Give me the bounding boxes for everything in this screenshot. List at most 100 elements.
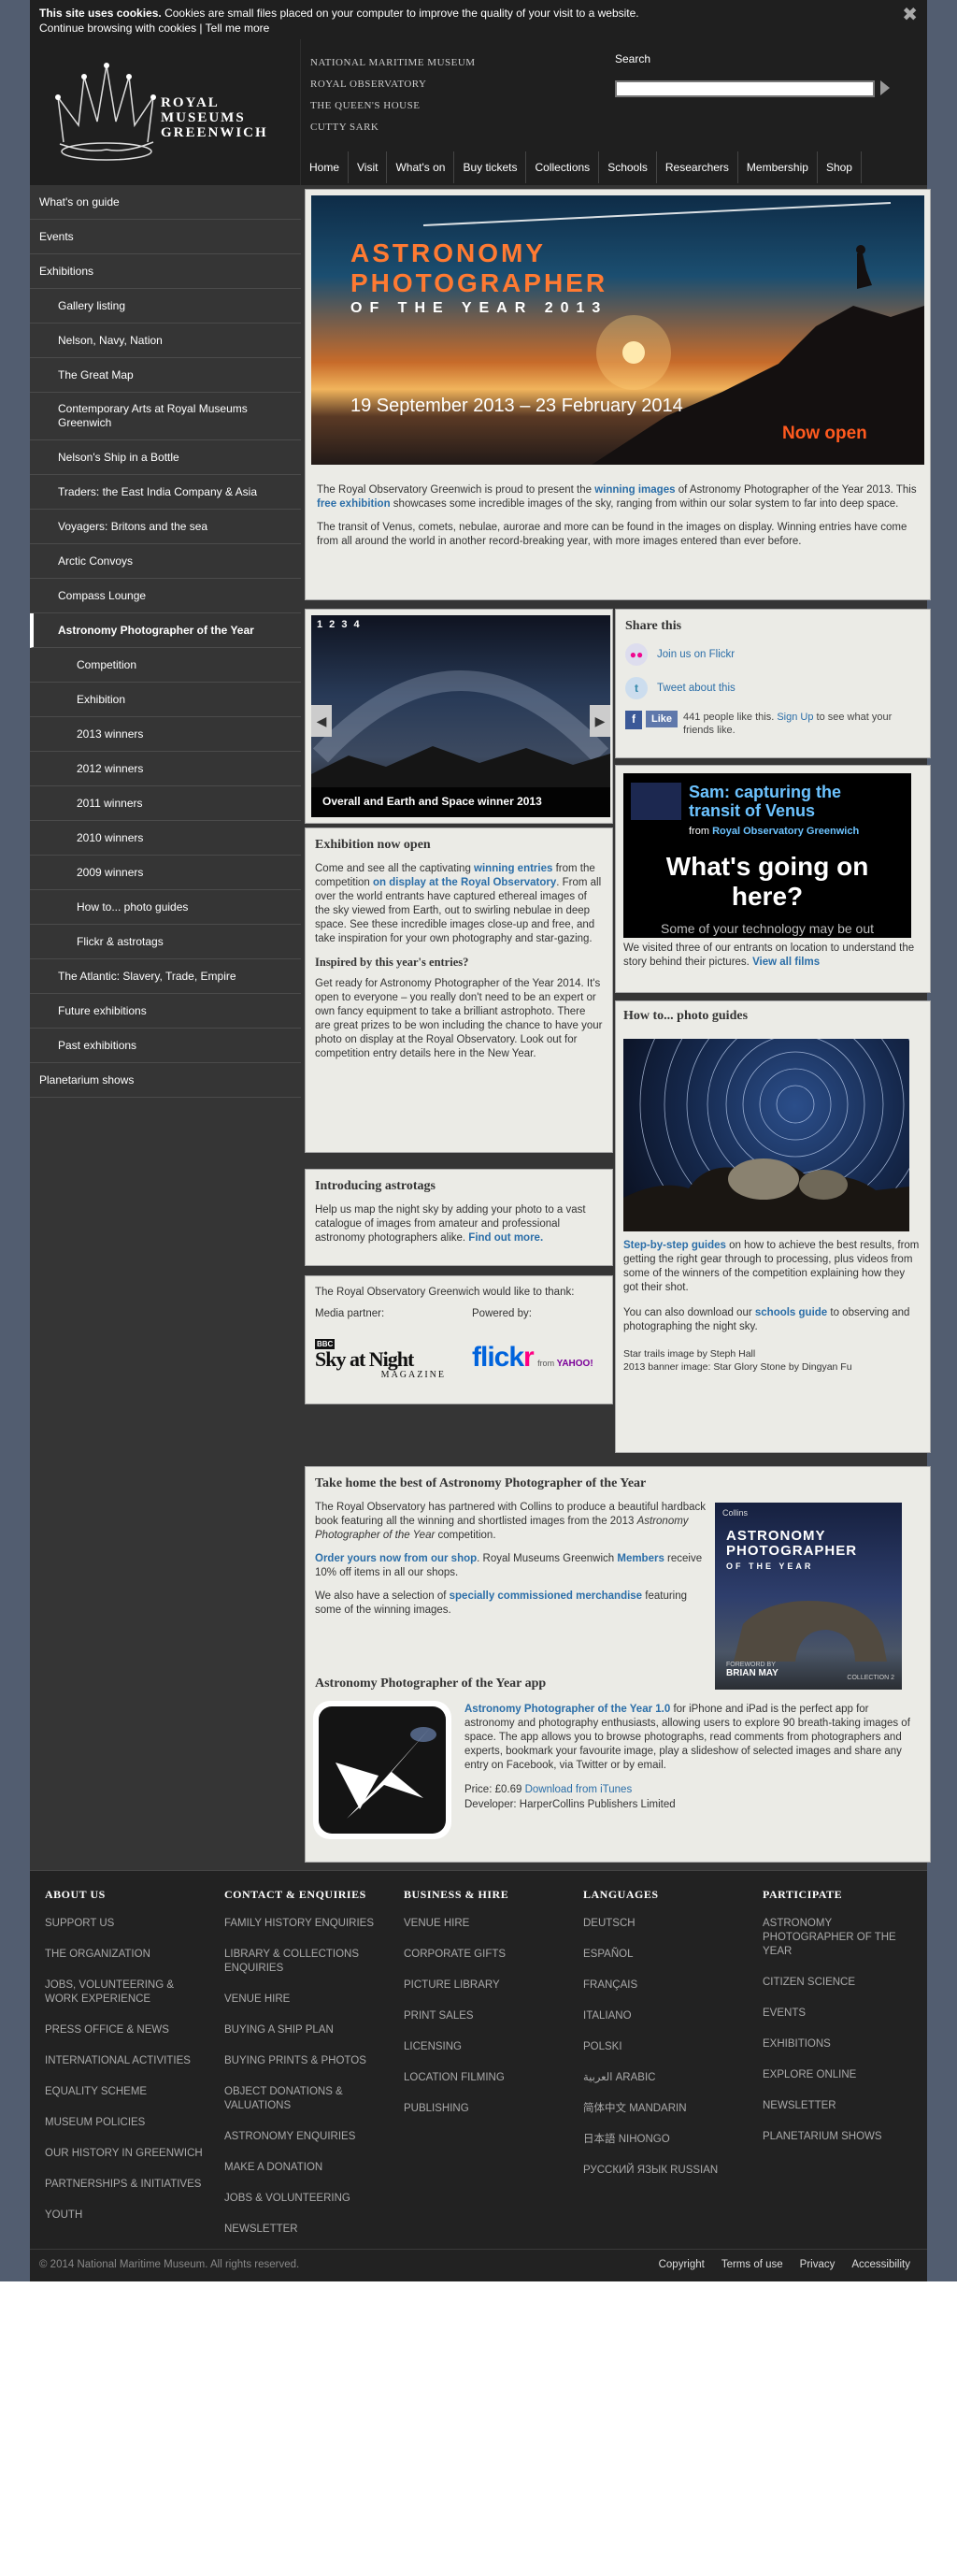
footer-link[interactable]: ASTRONOMY ENQUIRIES	[224, 2130, 383, 2144]
search-input[interactable]	[615, 80, 875, 97]
footer-link[interactable]: SUPPORT US	[45, 1917, 204, 1931]
footer-link[interactable]: BUYING PRINTS & PHOTOS	[224, 2054, 383, 2068]
logo[interactable]: ROYAL MUSEUMS GREENWICH	[30, 39, 301, 185]
book-cover[interactable]: Collins ASTRONOMY PHOTOGRAPHER OF THE YEAR…	[715, 1503, 902, 1690]
close-icon[interactable]: ✖	[902, 6, 918, 24]
footer-link[interactable]: EVENTS	[763, 2007, 921, 2021]
site-link-nmm[interactable]: NATIONAL MARITIME MUSEUM	[310, 52, 476, 74]
itunes-link[interactable]: Download from iTunes	[525, 1784, 633, 1795]
nav-shop[interactable]: Shop	[818, 151, 862, 183]
footer-link[interactable]: MAKE A DONATION	[224, 2161, 383, 2175]
footer-link[interactable]: FRANÇAIS	[583, 1979, 742, 1993]
footer-link[interactable]: PICTURE LIBRARY	[404, 1979, 563, 1993]
nav-membership[interactable]: Membership	[738, 151, 818, 183]
footer-link[interactable]: NEWSLETTER	[224, 2223, 383, 2237]
footer-terms-link[interactable]: Terms of use	[721, 2259, 783, 2270]
sidebar-item[interactable]: Astronomy Photographer of the Year	[30, 613, 301, 648]
nav-whats-on[interactable]: What's on	[387, 151, 455, 183]
slider-next-icon[interactable]: ▶	[590, 705, 610, 737]
sidebar-item[interactable]: Exhibitions	[30, 254, 301, 289]
nav-schools[interactable]: Schools	[599, 151, 657, 183]
sidebar-item[interactable]: Nelson's Ship in a Bottle	[30, 440, 301, 475]
sidebar-item[interactable]: Voyagers: Britons and the sea	[30, 510, 301, 544]
app-icon[interactable]	[313, 1701, 451, 1839]
footer-link[interactable]: BUYING A SHIP PLAN	[224, 2023, 383, 2037]
nav-home[interactable]: Home	[301, 151, 350, 183]
video-player[interactable]: Sam: capturing the transit of Venus from …	[623, 773, 911, 938]
twitter-share[interactable]: t Tweet about this	[625, 677, 921, 699]
nav-buy-tickets[interactable]: Buy tickets	[454, 151, 527, 183]
sidebar-item[interactable]: Events	[30, 220, 301, 254]
slider-prev-icon[interactable]: ◀	[311, 705, 332, 737]
members-link[interactable]: Members	[617, 1553, 664, 1564]
winning-images-link[interactable]: winning images	[594, 484, 675, 496]
footer-link[interactable]: PRESS OFFICE & NEWS	[45, 2023, 204, 2037]
footer-link[interactable]: CORPORATE GIFTS	[404, 1948, 563, 1962]
tell-me-more-link[interactable]: Tell me more	[206, 22, 270, 35]
sidebar-item[interactable]: How to... photo guides	[30, 890, 301, 925]
sidebar-item[interactable]: 2009 winners	[30, 856, 301, 890]
footer-link[interactable]: EQUALITY SCHEME	[45, 2085, 204, 2099]
footer-link[interactable]: EXHIBITIONS	[763, 2037, 921, 2051]
sidebar-item[interactable]: Nelson, Navy, Nation	[30, 324, 301, 358]
footer-link[interactable]: РУССКИЙ ЯЗЫК RUSSIAN	[583, 2164, 742, 2178]
footer-link[interactable]: YOUTH	[45, 2209, 204, 2223]
sidebar-item[interactable]: 2012 winners	[30, 752, 301, 786]
photo-slider[interactable]: 1 2 3 4 ◀ ▶ Overall and Earth and Space …	[311, 615, 610, 817]
footer-link[interactable]: OBJECT DONATIONS & VALUATIONS	[224, 2085, 383, 2113]
signup-link[interactable]: Sign Up	[777, 712, 813, 723]
sidebar-item[interactable]: Compass Lounge	[30, 579, 301, 613]
site-link-cutty-sark[interactable]: CUTTY SARK	[310, 117, 476, 138]
footer-link[interactable]: LIBRARY & COLLECTIONS ENQUIRIES	[224, 1948, 383, 1976]
sidebar-item[interactable]: 2011 winners	[30, 786, 301, 821]
sidebar-item[interactable]: 2010 winners	[30, 821, 301, 856]
footer-link[interactable]: 日本語 NIHONGO	[583, 2133, 742, 2147]
flickr-logo[interactable]: flickr from YAHOO!	[472, 1342, 593, 1374]
hero-banner[interactable]: ASTRONOMY PHOTOGRAPHER OF THE YEAR 2013 1…	[311, 195, 924, 465]
slider-dots[interactable]: 1 2 3 4	[317, 619, 360, 630]
footer-link[interactable]: العربية ARABIC	[583, 2071, 742, 2085]
winning-entries-link[interactable]: winning entries	[474, 863, 552, 874]
footer-link[interactable]: PARTNERSHIPS & INITIATIVES	[45, 2178, 204, 2192]
star-trails-image[interactable]	[623, 1039, 909, 1231]
nav-collections[interactable]: Collections	[526, 151, 600, 183]
site-link-observatory[interactable]: ROYAL OBSERVATORY	[310, 74, 476, 95]
flickr-share[interactable]: ●● Join us on Flickr	[625, 643, 921, 666]
sky-at-night-logo[interactable]: BBC Sky at Night MAGAZINE	[315, 1336, 446, 1380]
nav-visit[interactable]: Visit	[349, 151, 388, 183]
sidebar-item[interactable]: Flickr & astrotags	[30, 925, 301, 959]
sidebar-item[interactable]: Arctic Convoys	[30, 544, 301, 579]
step-by-step-link[interactable]: Step-by-step guides	[623, 1240, 726, 1251]
schools-guide-link[interactable]: schools guide	[755, 1307, 827, 1318]
footer-link[interactable]: JOBS, VOLUNTEERING & WORK EXPERIENCE	[45, 1979, 204, 2007]
sidebar-item[interactable]: What's on guide	[30, 185, 301, 220]
footer-link[interactable]: PUBLISHING	[404, 2102, 563, 2116]
footer-link[interactable]: PLANETARIUM SHOWS	[763, 2130, 921, 2144]
sidebar-item[interactable]: The Great Map	[30, 358, 301, 393]
footer-link[interactable]: MUSEUM POLICIES	[45, 2116, 204, 2130]
footer-link[interactable]: JOBS & VOLUNTEERING	[224, 2192, 383, 2206]
footer-link[interactable]: ESPAÑOL	[583, 1948, 742, 1962]
footer-link[interactable]: VENUE HIRE	[224, 1993, 383, 2007]
free-exhibition-link[interactable]: free exhibition	[317, 498, 391, 510]
like-button[interactable]: Like	[646, 711, 678, 727]
footer-link[interactable]: POLSKI	[583, 2040, 742, 2054]
sidebar-item[interactable]: Competition	[30, 648, 301, 683]
footer-link[interactable]: CITIZEN SCIENCE	[763, 1976, 921, 1990]
footer-link[interactable]: ASTRONOMY PHOTOGRAPHER OF THE YEAR	[763, 1917, 921, 1959]
footer-link[interactable]: FAMILY HISTORY ENQUIRIES	[224, 1917, 383, 1931]
footer-link[interactable]: NEWSLETTER	[763, 2099, 921, 2113]
footer-privacy-link[interactable]: Privacy	[800, 2259, 836, 2270]
on-display-link[interactable]: on display at the Royal Observatory	[373, 877, 556, 888]
continue-cookies-link[interactable]: Continue browsing with cookies	[39, 22, 196, 35]
sidebar-item[interactable]: Planetarium shows	[30, 1063, 301, 1098]
site-link-queens-house[interactable]: THE QUEEN'S HOUSE	[310, 95, 476, 117]
flickr-link[interactable]: Join us on Flickr	[657, 649, 735, 660]
sidebar-item[interactable]: 2013 winners	[30, 717, 301, 752]
footer-link[interactable]: ITALIANO	[583, 2009, 742, 2023]
sidebar-item[interactable]: Exhibition	[30, 683, 301, 717]
footer-link[interactable]: PRINT SALES	[404, 2009, 563, 2023]
sidebar-item[interactable]: The Atlantic: Slavery, Trade, Empire	[30, 959, 301, 994]
footer-copyright-link[interactable]: Copyright	[659, 2259, 705, 2270]
footer-link[interactable]: VENUE HIRE	[404, 1917, 563, 1931]
